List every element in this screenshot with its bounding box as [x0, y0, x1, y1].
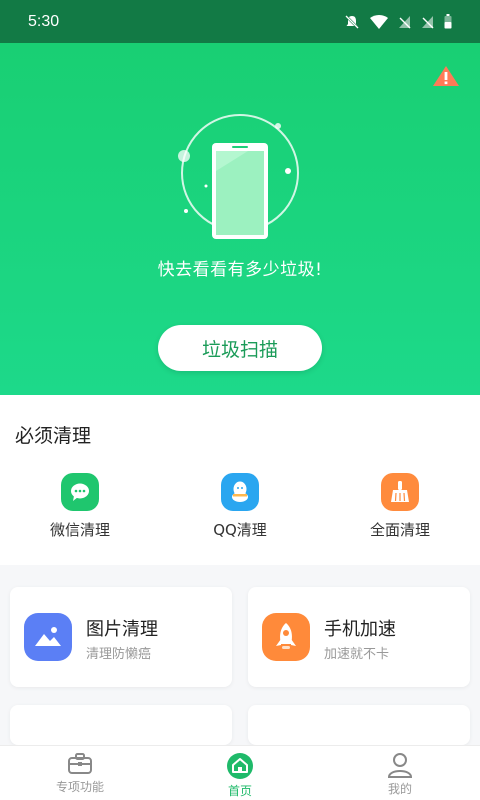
scan-junk-button[interactable]: 垃圾扫描: [158, 325, 322, 371]
section-title: 必须清理: [15, 425, 92, 447]
hero-tagline: 快去看看有多少垃圾!: [157, 260, 323, 280]
quick-label-full-clean: 全面清理: [369, 521, 430, 539]
bottom-tab-bar: 专项功能 首页 我的: [0, 745, 480, 800]
quick-item-wechat[interactable]: 微信清理: [20, 473, 140, 540]
card-partial-left[interactable]: [10, 705, 232, 745]
signal-off-icon: [399, 15, 411, 28]
qq-icon: [221, 473, 259, 511]
notifications-off-icon: [345, 14, 359, 29]
feature-cards: 图片清理 清理防懒癌 手机加速 加速就不卡: [0, 565, 480, 745]
card-subtitle-image-clean: 清理防懒癌: [86, 647, 152, 662]
tab-mine[interactable]: 我的: [320, 746, 480, 800]
wifi-icon: [370, 14, 388, 29]
home-icon: [227, 753, 253, 779]
quick-item-full-clean[interactable]: 全面清理: [340, 473, 460, 540]
warning-icon[interactable]: [432, 65, 460, 87]
rocket-icon: [262, 613, 310, 661]
hero-banner: 快去看看有多少垃圾! 垃圾扫描: [0, 43, 480, 395]
main-content: 必须清理 微信清理 QQ清理 全面清理 图片清理 清理防懒癌 手机加速 加速就不…: [0, 395, 480, 745]
card-partial-right[interactable]: [248, 705, 470, 745]
quick-clean-row: 微信清理 QQ清理 全面清理: [0, 473, 480, 553]
status-bar: 5:30: [0, 0, 480, 43]
user-icon: [387, 753, 413, 778]
quick-item-qq[interactable]: QQ清理: [180, 473, 300, 540]
card-title-image-clean: 图片清理: [86, 619, 158, 640]
quick-label-qq: QQ清理: [213, 521, 267, 539]
image-icon: [24, 613, 72, 661]
status-icons: [344, 14, 452, 30]
status-time: 5:30: [28, 12, 60, 30]
broom-icon: [381, 473, 419, 511]
battery-icon: [444, 14, 452, 29]
tab-special-functions[interactable]: 专项功能: [0, 746, 160, 800]
card-title-phone-boost: 手机加速: [324, 619, 396, 640]
tab-home[interactable]: 首页: [160, 746, 320, 800]
quick-label-wechat: 微信清理: [49, 521, 110, 539]
card-subtitle-phone-boost: 加速就不卡: [324, 647, 390, 662]
signal-off-icon-2: [422, 15, 434, 28]
tab-label-home: 首页: [227, 784, 252, 798]
tab-label-special-functions: 专项功能: [55, 780, 104, 794]
card-image-clean[interactable]: 图片清理 清理防懒癌: [10, 587, 232, 687]
wechat-icon: [61, 473, 99, 511]
phone-illustration: [178, 114, 299, 239]
briefcase-icon: [68, 753, 92, 774]
card-phone-boost[interactable]: 手机加速 加速就不卡: [248, 587, 470, 687]
tab-label-mine: 我的: [387, 782, 412, 796]
